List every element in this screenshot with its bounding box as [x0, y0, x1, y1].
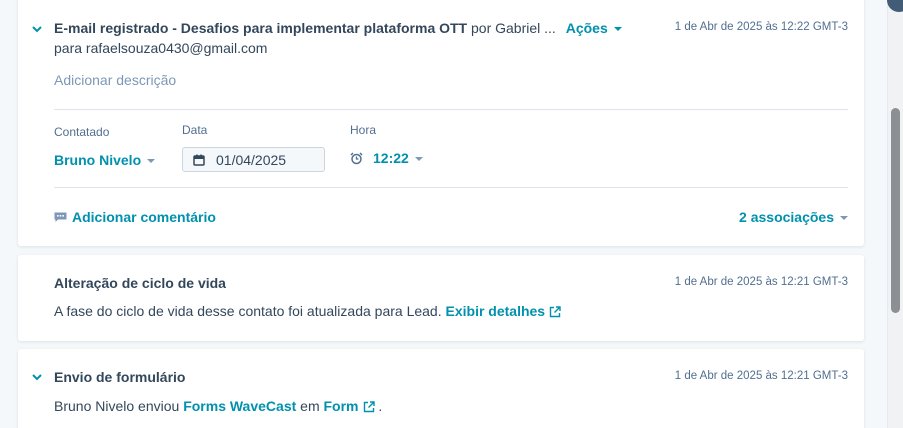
- form-text-suffix: .: [378, 398, 383, 414]
- date-input[interactable]: 01/04/2025: [182, 147, 325, 172]
- form-title: Envio de formulário: [54, 369, 186, 385]
- chevron-down-icon[interactable]: [31, 23, 43, 35]
- contacted-value: Bruno Nivelo: [54, 152, 142, 168]
- divider: [54, 109, 848, 110]
- time-dropdown[interactable]: 12:22: [350, 150, 423, 166]
- email-activity-card: E-mail registrado - Desafios para implem…: [18, 0, 864, 246]
- date-value: 01/04/2025: [216, 151, 287, 168]
- view-details-label: Exibir detalhes: [445, 303, 546, 319]
- add-description-field[interactable]: Adicionar descrição: [54, 72, 176, 88]
- form-name-link[interactable]: Forms WaveCast: [183, 398, 296, 414]
- form-activity-card: Envio de formulário 1 de Abr de 2025 às …: [18, 349, 864, 428]
- add-comment-label: Adicionar comentário: [72, 209, 216, 225]
- form-page-label: Form: [323, 398, 359, 414]
- form-text-mid: em: [300, 398, 320, 414]
- contacted-label: Contatado: [54, 125, 110, 139]
- chevron-down-icon: [613, 27, 622, 32]
- contacted-dropdown[interactable]: Bruno Nivelo: [54, 152, 156, 168]
- chevron-down-icon[interactable]: [31, 371, 43, 383]
- form-text: Bruno Nivelo enviou Forms WaveCast em Fo…: [54, 398, 382, 416]
- associations-label: 2 associações: [739, 209, 834, 225]
- actions-label: Ações: [565, 20, 608, 36]
- form-timestamp: 1 de Abr de 2025 às 12:21 GMT-3: [674, 370, 848, 382]
- email-recipient: para rafaelsouza0430@gmail.com: [54, 40, 268, 56]
- associations-dropdown[interactable]: 2 associações: [739, 209, 848, 225]
- date-label: Data: [182, 123, 208, 137]
- calendar-icon: [193, 154, 205, 166]
- add-comment-button[interactable]: Adicionar comentário: [54, 209, 216, 225]
- time-label: Hora: [350, 123, 377, 137]
- lifecycle-text: A fase do ciclo de vida desse contato fo…: [54, 303, 561, 321]
- email-subject[interactable]: E-mail registrado - Desafios para implem…: [54, 20, 467, 36]
- divider: [54, 187, 848, 188]
- vertical-scrollbar[interactable]: [887, 0, 903, 428]
- view-details-link[interactable]: Exibir detalhes: [446, 303, 562, 319]
- lifecycle-timestamp: 1 de Abr de 2025 às 12:21 GMT-3: [674, 276, 848, 288]
- alarm-clock-icon: [350, 152, 363, 165]
- chevron-down-icon: [147, 159, 156, 164]
- external-link-icon: [363, 400, 375, 416]
- actions-button[interactable]: Ações: [566, 20, 622, 36]
- form-page-link[interactable]: Form: [324, 398, 375, 414]
- external-link-icon: [549, 305, 561, 321]
- time-value: 12:22: [373, 150, 409, 166]
- email-timestamp: 1 de Abr de 2025 às 12:22 GMT-3: [674, 21, 848, 33]
- scrollbar-thumb[interactable]: [891, 108, 900, 313]
- lifecycle-title: Alteração de ciclo de vida: [54, 275, 226, 291]
- form-text-prefix: Bruno Nivelo enviou: [54, 398, 180, 414]
- comment-icon: [54, 212, 67, 223]
- email-author: por Gabriel ...: [467, 20, 556, 36]
- chevron-down-icon: [840, 216, 848, 221]
- lifecycle-activity-card: Alteração de ciclo de vida 1 de Abr de 2…: [18, 255, 864, 341]
- email-title: E-mail registrado - Desafios para implem…: [54, 20, 622, 36]
- chevron-down-icon: [414, 157, 423, 162]
- lifecycle-description: A fase do ciclo de vida desse contato fo…: [54, 303, 442, 319]
